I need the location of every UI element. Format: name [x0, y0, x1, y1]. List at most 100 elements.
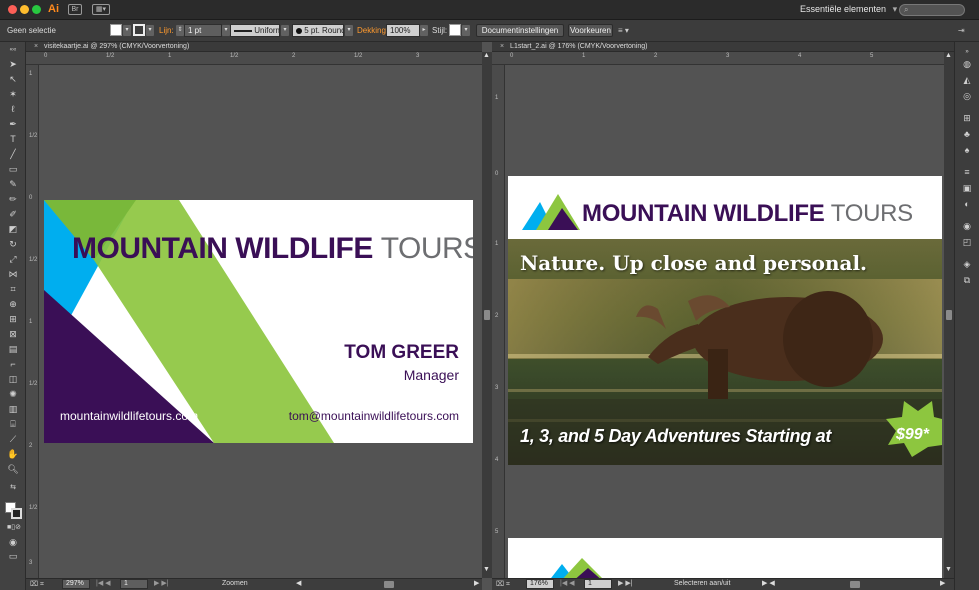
pen-tool-icon[interactable]: ✒ [7, 118, 19, 130]
collapse-panel-icon[interactable]: «« [7, 44, 19, 56]
scroll-left-icon[interactable]: ◀ [296, 579, 301, 587]
close-tab-icon[interactable]: × [34, 43, 38, 50]
stroke-weight-stepper[interactable]: ⇕ [176, 25, 184, 36]
width-tool-icon[interactable]: ⋈ [7, 268, 19, 280]
graphic-style-swatch[interactable] [449, 24, 461, 36]
stroke-color-icon[interactable] [11, 508, 22, 519]
perspective-grid-tool-icon[interactable]: ⊞ [7, 313, 19, 325]
artboard-navigation-icon[interactable]: ⌧ ⌗ [30, 580, 44, 589]
horizontal-ruler[interactable]: 0 1 2 3 4 5 [492, 52, 954, 65]
opacity-field[interactable]: 100% [386, 24, 420, 37]
layers-panel-icon[interactable]: ◈ [961, 258, 973, 270]
mesh-tool-icon[interactable]: ⊠ [7, 328, 19, 340]
left-vertical-scrollbar[interactable]: ▲ ▼ [482, 52, 492, 578]
scroll-right-icon[interactable]: ▶ [940, 579, 945, 587]
blob-brush-tool-icon[interactable]: ✐ [7, 208, 19, 220]
brush-dropdown[interactable]: ▾ [345, 25, 353, 36]
horizontal-scrollbar-thumb[interactable] [850, 581, 860, 588]
artboards-panel-icon[interactable]: ⧉ [961, 274, 973, 286]
stroke-weight-field[interactable]: 1 pt [184, 24, 222, 37]
appearance-panel-icon[interactable]: ◉ [961, 220, 973, 232]
bridge-icon[interactable]: Br [68, 4, 82, 15]
type-tool-icon[interactable]: T [7, 133, 19, 145]
zoom-level-field[interactable]: 176% [526, 579, 554, 589]
first-artboard-icon[interactable]: |◀ ◀ [96, 579, 111, 587]
minimize-window-button[interactable] [20, 5, 29, 14]
horizontal-ruler[interactable]: 0 1/2 1 1/2 2 1/2 3 [26, 52, 482, 65]
symbols-panel-icon[interactable]: ♣ [961, 128, 973, 140]
symbol-sprayer-tool-icon[interactable]: ✺ [7, 388, 19, 400]
opacity-label[interactable]: Dekking: [357, 26, 388, 35]
scroll-left-icon[interactable]: ▶ ◀ [762, 579, 775, 587]
arrange-documents-icon[interactable]: ▦▾ [92, 4, 110, 15]
vertical-scrollbar-thumb[interactable] [946, 310, 952, 320]
lasso-tool-icon[interactable]: ℓ [7, 103, 19, 115]
vertical-ruler[interactable]: 1 0 1 2 3 4 5 [492, 65, 505, 578]
collapse-dock-icon[interactable]: » [961, 46, 973, 58]
swap-colors-icon[interactable]: ⇆ [7, 482, 19, 494]
hand-tool-icon[interactable]: ✋ [7, 448, 19, 460]
fill-dropdown-arrow[interactable]: ▾ [123, 25, 131, 36]
gradient-tool-icon[interactable]: ▤ [7, 343, 19, 355]
graphic-styles-icon[interactable]: ♠ [961, 144, 973, 156]
tab-visitekaartje[interactable]: × visitekaartje.ai @ 297% (CMYK/Voorvert… [26, 42, 482, 52]
magic-wand-tool-icon[interactable]: ✶ [7, 88, 19, 100]
eraser-tool-icon[interactable]: ◩ [7, 223, 19, 235]
horizontal-scrollbar-thumb[interactable] [384, 581, 394, 588]
vertical-ruler[interactable]: 1 1/2 0 1/2 1 1/2 2 1/2 3 [26, 65, 39, 578]
selection-tool-icon[interactable]: ➤ [7, 58, 19, 70]
variable-width-profile[interactable]: Uniform [230, 24, 280, 37]
last-artboard-icon[interactable]: ▶ ▶| [618, 579, 633, 587]
panel-menu-icon[interactable]: ⇥ [958, 26, 965, 35]
rotate-tool-icon[interactable]: ↻ [7, 238, 19, 250]
scroll-up-icon[interactable]: ▲ [945, 52, 952, 59]
swatches-panel-icon[interactable]: ◎ [961, 90, 973, 102]
artboard-navigation-icon[interactable]: ⌧ ⌗ [496, 580, 510, 589]
opacity-dropdown[interactable]: ▸ [420, 25, 428, 36]
profile-dropdown[interactable]: ▾ [281, 25, 289, 36]
free-transform-tool-icon[interactable]: ⌗ [7, 283, 19, 295]
document-settings-button[interactable]: Documentinstellingen [476, 24, 564, 37]
blend-tool-icon[interactable]: ◫ [7, 373, 19, 385]
style-dropdown[interactable]: ▾ [462, 25, 470, 36]
business-card-artboard[interactable]: MOUNTAIN WILDLIFE TOURS TOM GREER Manage… [44, 200, 473, 443]
scale-tool-icon[interactable]: ⤢ [7, 253, 19, 265]
brushes-panel-icon[interactable]: ⊞ [961, 112, 973, 124]
last-artboard-icon[interactable]: ▶ ▶| [154, 579, 169, 587]
stroke-dropdown-arrow[interactable]: ▾ [146, 25, 154, 36]
artboard-number-field[interactable]: 1 [120, 579, 148, 589]
first-artboard-icon[interactable]: |◀ ◀ [560, 579, 575, 587]
color-guide-icon[interactable]: ◭ [961, 74, 973, 86]
brush-definition[interactable]: 5 pt. Round [292, 24, 344, 37]
ad-artboard[interactable]: MOUNTAIN WILDLIFE TOURS Nature. Up close… [508, 176, 942, 465]
help-search-input[interactable]: ⌕ [899, 4, 965, 16]
zoom-window-button[interactable] [32, 5, 41, 14]
shape-builder-tool-icon[interactable]: ⊕ [7, 298, 19, 310]
close-tab-icon[interactable]: × [500, 43, 504, 50]
color-modes-icon[interactable]: ■▯⊘ [7, 522, 21, 534]
graphic-style-panel-icon[interactable]: ◰ [961, 236, 973, 248]
stroke-weight-dropdown[interactable]: ▾ [222, 25, 230, 36]
paintbrush-tool-icon[interactable]: ✎ [7, 178, 19, 190]
stroke-label[interactable]: Lijn: [159, 26, 174, 35]
tab-l1start[interactable]: × L1start_2.ai @ 176% (CMYK/Voorvertonin… [492, 42, 954, 52]
zoom-tool-icon[interactable]: 🔍︎ [7, 463, 19, 475]
preferences-button[interactable]: Voorkeuren [568, 24, 613, 37]
right-vertical-scrollbar[interactable]: ▲ ▼ [944, 52, 954, 578]
drawing-mode-icon[interactable]: ◉ [7, 536, 19, 548]
slice-tool-icon[interactable]: ⟋ [7, 433, 19, 445]
close-window-button[interactable] [8, 5, 17, 14]
vertical-scrollbar-thumb[interactable] [484, 310, 490, 320]
line-segment-tool-icon[interactable]: ╱ [7, 148, 19, 160]
artboard-number-field[interactable]: 1 [584, 579, 612, 589]
direct-selection-tool-icon[interactable]: ↖ [7, 73, 19, 85]
color-panel-icon[interactable]: ◍ [961, 58, 973, 70]
scroll-down-icon[interactable]: ▼ [945, 566, 952, 573]
second-artboard[interactable] [508, 538, 942, 578]
rectangle-tool-icon[interactable]: ▭ [7, 163, 19, 175]
stroke-swatch[interactable] [133, 24, 145, 36]
scroll-right-icon[interactable]: ▶ [474, 579, 479, 587]
fill-swatch[interactable] [110, 24, 122, 36]
align-options-icon[interactable]: ≡ ▾ [618, 26, 629, 35]
eyedropper-tool-icon[interactable]: ⌐ [7, 358, 19, 370]
